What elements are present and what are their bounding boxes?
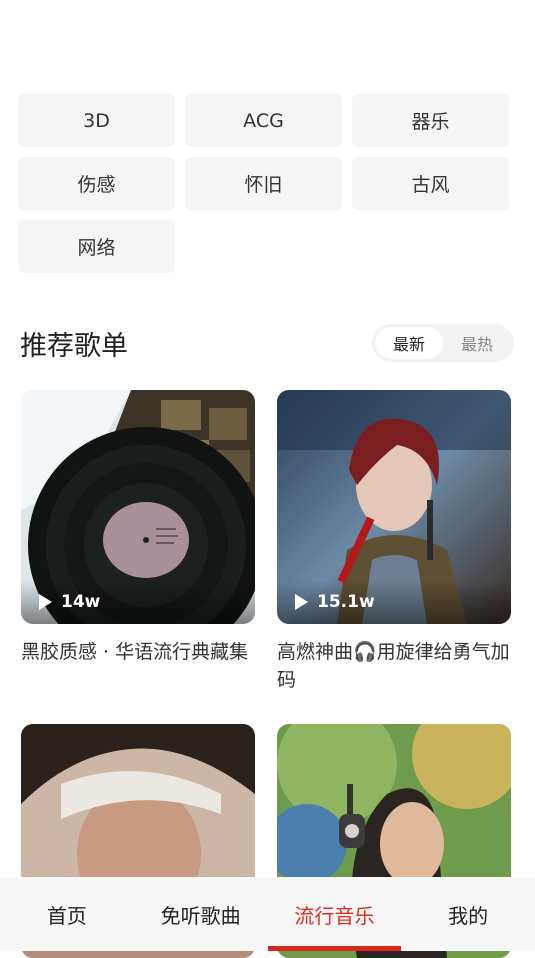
sort-hottest-button[interactable]: 最热 — [443, 327, 511, 359]
recommended-playlists-header: 推荐歌单 最新 最热 — [20, 322, 514, 364]
play-icon — [295, 594, 308, 610]
tag-ancient-style[interactable]: 古风 — [352, 157, 509, 210]
tab-pop-music-label: 流行音乐 — [294, 903, 375, 928]
section-title: 推荐歌单 — [20, 330, 128, 362]
bottom-tab-bar: 首页 免听歌曲 流行音乐 我的 — [0, 877, 535, 951]
tag-sad[interactable]: 伤感 — [18, 157, 175, 210]
playlist-card[interactable]: 15.1w 高燃神曲🎧用旋律给勇气加码 — [277, 390, 511, 694]
tag-acg[interactable]: ACG — [185, 94, 342, 147]
tab-home[interactable]: 首页 — [0, 877, 134, 951]
tag-nostalgic[interactable]: 怀旧 — [185, 157, 342, 210]
tab-free-listen[interactable]: 免听歌曲 — [134, 877, 268, 951]
sort-newest-button[interactable]: 最新 — [375, 327, 443, 359]
play-count-value: 14w — [61, 592, 101, 612]
tag-internet[interactable]: 网络 — [18, 220, 175, 273]
tag-3d[interactable]: 3D — [18, 94, 175, 147]
play-count: 14w — [21, 580, 255, 624]
tab-mine[interactable]: 我的 — [401, 877, 535, 951]
playlist-title[interactable]: 高燃神曲🎧用旋律给勇气加码 — [277, 638, 511, 694]
play-icon — [39, 594, 52, 610]
playlist-cover-vinyl[interactable]: 14w — [21, 390, 255, 624]
tag-grid: 3D ACG 器乐 伤感 怀旧 古风 网络 — [18, 94, 509, 273]
active-tab-indicator — [267, 946, 402, 951]
playlist-title[interactable]: 黑胶质感 · 华语流行典藏集 — [21, 638, 255, 666]
play-count: 15.1w — [277, 580, 511, 624]
play-count-value: 15.1w — [317, 592, 375, 612]
sort-toggle: 最新 最热 — [372, 324, 514, 362]
tab-pop-music[interactable]: 流行音乐 — [267, 877, 402, 951]
tag-instrumental[interactable]: 器乐 — [352, 94, 509, 147]
playlist-card[interactable]: 14w 黑胶质感 · 华语流行典藏集 — [21, 390, 255, 666]
playlist-cover-singer[interactable]: 15.1w — [277, 390, 511, 624]
